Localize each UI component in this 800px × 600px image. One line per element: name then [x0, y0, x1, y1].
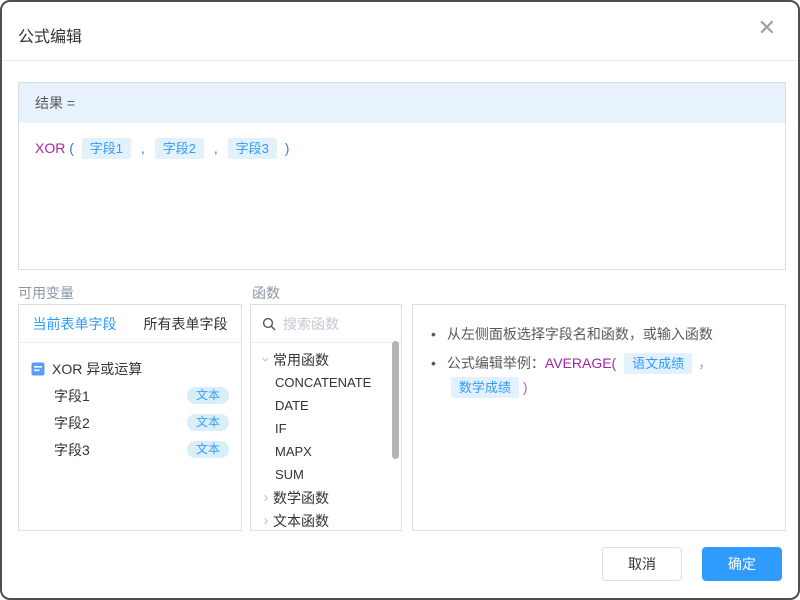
function-group-math[interactable]: › 数学函数	[259, 486, 401, 509]
example-comma: ，	[698, 355, 712, 371]
function-item[interactable]: DATE	[259, 394, 401, 417]
open-paren: (	[69, 140, 74, 156]
formula-field-tag[interactable]: 字段3	[228, 138, 277, 159]
tab-current-form-fields[interactable]: 当前表单字段	[19, 305, 130, 342]
example-field-tag: 语文成绩	[624, 353, 692, 374]
group-label: 数学函数	[273, 488, 329, 508]
help-tip: • 从左侧面板选择字段名和函数，或输入函数	[431, 322, 767, 346]
dialog-header: 公式编辑 ✕	[2, 2, 798, 61]
formula-function-name: XOR	[35, 140, 65, 156]
search-input[interactable]	[283, 316, 383, 332]
formula-field-tag[interactable]: 字段1	[82, 138, 131, 159]
field-item[interactable]: 字段1 文本	[31, 382, 229, 409]
functions-panel: › 常用函数 CONCATENATE DATE IF MAPX SUM › 数学…	[250, 304, 402, 531]
field-name: 字段1	[54, 386, 90, 406]
help-tip-example: • 公式编辑举例：AVERAGE( 语文成绩 ， 数学成绩)	[431, 351, 767, 399]
function-item[interactable]: IF	[259, 417, 401, 440]
function-item[interactable]: SUM	[259, 463, 401, 486]
cancel-button[interactable]: 取消	[602, 547, 682, 581]
comma-separator: ,	[214, 140, 218, 156]
field-type-badge: 文本	[187, 387, 229, 404]
chevron-right-icon: ›	[259, 512, 273, 529]
function-list: › 常用函数 CONCATENATE DATE IF MAPX SUM › 数学…	[251, 343, 401, 531]
scrollbar-thumb[interactable]	[392, 341, 399, 459]
function-group-text[interactable]: › 文本函数	[259, 509, 401, 531]
field-item[interactable]: 字段3 文本	[31, 436, 229, 463]
example-close-paren: )	[523, 379, 528, 395]
function-item[interactable]: CONCATENATE	[259, 371, 401, 394]
result-label: 结果 =	[19, 83, 785, 123]
chevron-right-icon: ›	[259, 489, 273, 506]
bullet-icon: •	[431, 322, 436, 346]
form-icon	[31, 362, 45, 376]
group-label: 文本函数	[273, 511, 329, 531]
variables-panel: 当前表单字段 所有表单字段 XOR 异或运算 字段1 文本 字段2 文本	[18, 304, 242, 531]
variables-tree: XOR 异或运算 字段1 文本 字段2 文本 字段3 文本	[19, 343, 241, 463]
variables-tabs: 当前表单字段 所有表单字段	[19, 305, 241, 343]
field-type-badge: 文本	[187, 441, 229, 458]
help-example-text: 公式编辑举例：AVERAGE( 语文成绩 ， 数学成绩)	[447, 351, 767, 399]
confirm-button[interactable]: 确定	[702, 547, 782, 581]
comma-separator: ,	[141, 140, 145, 156]
close-icon[interactable]: ✕	[758, 17, 776, 39]
field-type-badge: 文本	[187, 414, 229, 431]
search-icon	[262, 317, 276, 331]
formula-edit-dialog: 公式编辑 ✕ 结果 = XOR ( 字段1 , 字段2 , 字段3 ) 可用变量…	[0, 0, 800, 600]
example-field-tag: 数学成绩	[451, 377, 519, 398]
tab-all-form-fields[interactable]: 所有表单字段	[130, 305, 241, 342]
chevron-down-icon: ›	[258, 353, 275, 367]
help-panel: • 从左侧面板选择字段名和函数，或输入函数 • 公式编辑举例：AVERAGE( …	[412, 304, 786, 531]
field-name: 字段2	[54, 413, 90, 433]
bullet-icon: •	[431, 351, 436, 399]
formula-editor: 结果 = XOR ( 字段1 , 字段2 , 字段3 )	[18, 82, 786, 270]
close-paren: )	[285, 140, 290, 156]
function-item[interactable]: MAPX	[259, 440, 401, 463]
example-function-name: AVERAGE(	[545, 355, 616, 371]
tree-root-label: XOR 异或运算	[52, 359, 142, 379]
group-label: 常用函数	[273, 350, 329, 370]
functions-section-label: 函数	[252, 283, 280, 303]
help-tip-text: 从左侧面板选择字段名和函数，或输入函数	[447, 322, 713, 346]
function-group-common[interactable]: › 常用函数	[259, 348, 401, 371]
field-item[interactable]: 字段2 文本	[31, 409, 229, 436]
formula-input-area[interactable]: XOR ( 字段1 , 字段2 , 字段3 )	[19, 123, 785, 173]
formula-field-tag[interactable]: 字段2	[155, 138, 204, 159]
field-name: 字段3	[54, 440, 90, 460]
example-prefix: 公式编辑举例：	[447, 355, 545, 371]
variables-section-label: 可用变量	[18, 283, 74, 303]
tree-root-item[interactable]: XOR 异或运算	[31, 355, 229, 382]
dialog-title: 公式编辑	[18, 23, 82, 47]
function-search	[251, 305, 401, 343]
